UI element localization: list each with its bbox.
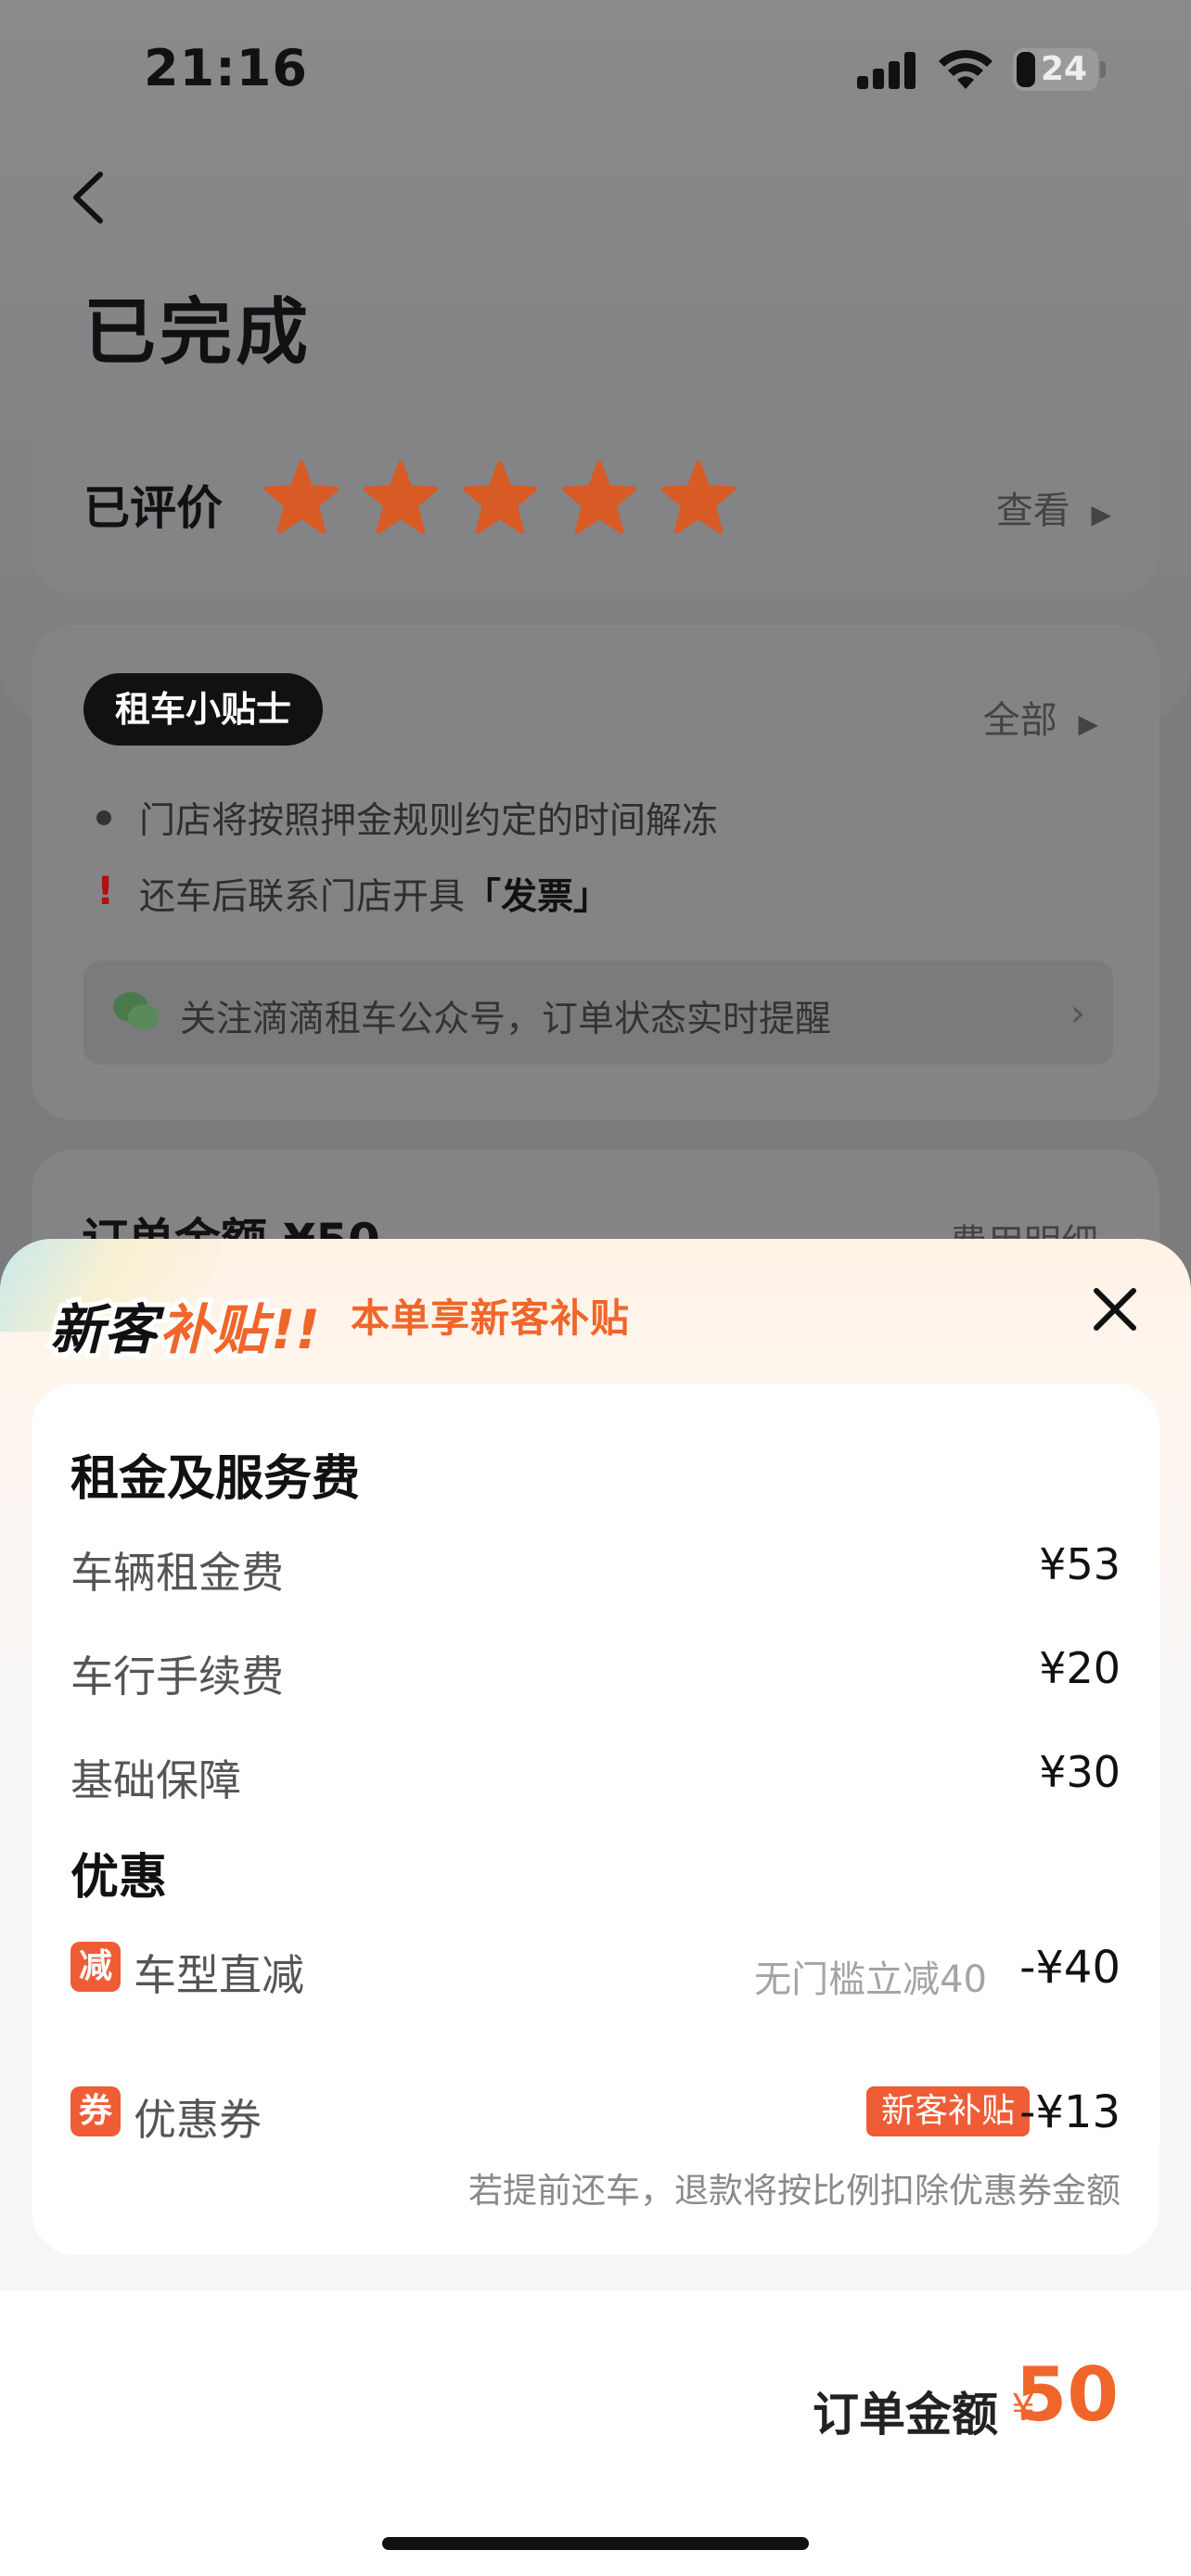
coupon-note: 若提前还车，退款将按比例扣除优惠券金额	[468, 2171, 1121, 2211]
triangle-right-icon: ▶	[1078, 708, 1098, 739]
background-page: 21:16 24 已完成 已评价 查看 ▶ 租车小贴士 全部 ▶ 门店将按照押金…	[0, 0, 1191, 1335]
fee-row-value: ¥53	[1039, 1539, 1121, 1589]
back-arrow-icon[interactable]	[63, 167, 119, 228]
view-rating-link[interactable]: 查看 ▶	[996, 480, 1111, 534]
battery-icon: 24	[1013, 48, 1098, 91]
svg-text:新客: 新客	[50, 1298, 165, 1361]
coupon-label: 优惠券	[134, 2095, 262, 2145]
star-icon	[661, 460, 736, 534]
new-customer-logo: 新客 新客 补贴 补贴 !!	[45, 1280, 341, 1369]
star-icon	[562, 460, 637, 534]
discount-value: -¥40	[1019, 1942, 1121, 1994]
total-label: 订单金额	[813, 2388, 998, 2442]
svg-text:!!: !!	[271, 1298, 320, 1361]
fee-row-label: 车辆租金费	[70, 1548, 284, 1598]
tips-all-link[interactable]: 全部 ▶	[983, 690, 1098, 744]
wifi-icon	[939, 49, 992, 89]
fee-row-value: ¥30	[1039, 1747, 1121, 1797]
total-footer: 订单金额 ¥ 50	[0, 2290, 1191, 2576]
signal-icon	[857, 52, 918, 89]
wechat-icon	[113, 992, 160, 1030]
promo-text: 本单享新客补贴	[351, 1295, 631, 1341]
tip-invoice: 还车后联系门店开具「发票」	[139, 868, 609, 920]
svg-text:补贴: 补贴	[160, 1298, 275, 1361]
close-icon[interactable]	[1087, 1282, 1143, 1337]
tip-invoice-strong: 「发票」	[465, 876, 610, 918]
coupon-value: -¥13	[1019, 2086, 1121, 2138]
tips-all-label: 全部	[982, 699, 1057, 742]
total-value: 50	[1015, 2352, 1119, 2438]
new-customer-badge: 新客补贴	[865, 2086, 1030, 2136]
reduction-icon: 减	[70, 1942, 121, 1992]
chevron-right-icon: ›	[1070, 992, 1085, 1035]
rating-stars	[263, 460, 755, 543]
discount-note: 无门槛立减40	[754, 1958, 987, 2001]
follow-account-banner[interactable]: 关注滴滴租车公众号，订单状态实时提醒 ›	[83, 961, 1113, 1065]
coupon-icon: 券	[70, 2086, 121, 2136]
status-time: 21:16	[144, 39, 308, 97]
fee-row-label: 车行手续费	[70, 1651, 284, 1702]
rating-card: 已评价 查看 ▶	[32, 414, 1159, 593]
fee-row-value: ¥20	[1039, 1643, 1121, 1693]
bullet-icon	[96, 810, 111, 825]
view-rating-label: 查看	[995, 490, 1070, 532]
battery-level: 24	[1040, 50, 1088, 88]
tips-badge: 租车小贴士	[83, 673, 324, 746]
warning-icon: !	[96, 868, 115, 913]
rating-label: 已评价	[83, 481, 223, 535]
star-icon	[463, 460, 538, 534]
status-bar: 21:16 24	[0, 0, 1191, 139]
tips-card: 租车小贴士 全部 ▶ 门店将按照押金规则约定的时间解冻 ! 还车后联系门店开具「…	[32, 625, 1159, 1120]
discount-label: 车型直减	[134, 1950, 304, 2000]
battery-nub	[1100, 61, 1106, 78]
tip-invoice-text: 还车后联系门店开具	[139, 876, 466, 918]
page-title: 已完成	[83, 291, 313, 375]
fee-row-label: 基础保障	[70, 1755, 241, 1805]
follow-text: 关注滴滴租车公众号，订单状态实时提醒	[180, 999, 832, 1040]
fee-detail-card: 租金及服务费 车辆租金费 ¥53 车行手续费 ¥20 基础保障 ¥30 优惠 减…	[32, 1384, 1159, 2255]
tip-deposit: 门店将按照押金规则约定的时间解冻	[139, 800, 719, 842]
fees-section-title: 租金及服务费	[70, 1451, 361, 1507]
fee-detail-sheet: 新客 新客 补贴 补贴 !! 本单享新客补贴 租金及服务费 车辆租金费 ¥53 …	[0, 1239, 1191, 2576]
triangle-right-icon: ▶	[1091, 499, 1111, 529]
star-icon	[263, 460, 339, 534]
discounts-section-title: 优惠	[70, 1850, 168, 1906]
home-indicator[interactable]	[382, 2537, 809, 2550]
star-icon	[363, 460, 439, 534]
